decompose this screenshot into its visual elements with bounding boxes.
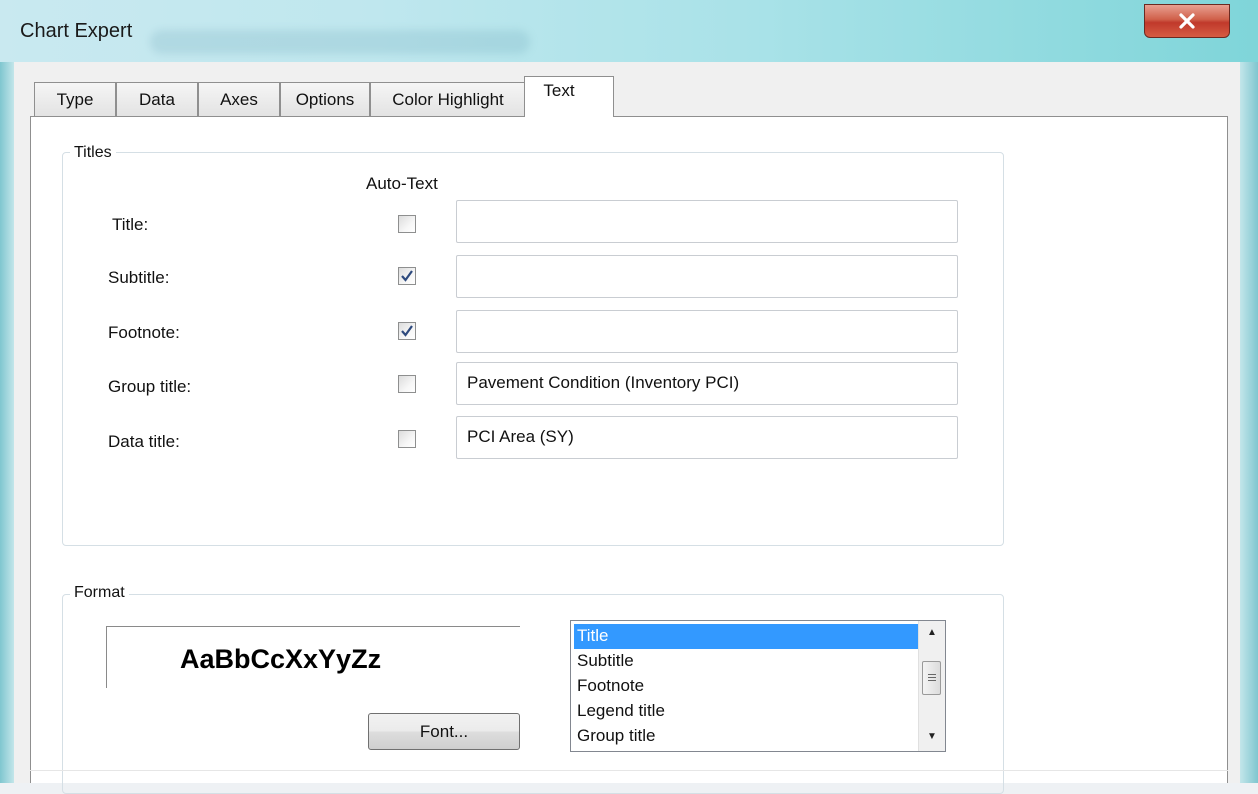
list-item-title[interactable]: Title — [574, 624, 918, 649]
tab-label: Text — [543, 81, 575, 100]
group-title-field[interactable]: Pavement Condition (Inventory PCI) — [456, 362, 958, 405]
scrollbar-thumb[interactable] — [922, 661, 941, 695]
tab-label: Type — [56, 89, 94, 109]
font-button-label: Font... — [419, 721, 469, 741]
grip-line — [928, 680, 936, 681]
close-icon — [1179, 13, 1195, 29]
auto-text-header: Auto-Text — [366, 174, 438, 193]
tab-color-highlight[interactable]: Color Highlight — [370, 82, 526, 116]
font-button[interactable]: Font... — [368, 713, 520, 750]
group-title-auto-text-checkbox[interactable] — [398, 375, 416, 393]
footnote-field[interactable] — [456, 310, 958, 353]
window-frame-left — [0, 62, 14, 783]
close-button[interactable] — [1144, 4, 1230, 38]
title-label: Title: — [112, 215, 149, 234]
panel-divider — [30, 770, 1228, 771]
checkmark-icon — [401, 325, 413, 337]
tab-axes[interactable]: Axes — [198, 82, 280, 116]
data-title-field[interactable]: PCI Area (SY) — [456, 416, 958, 459]
data-title-auto-text-checkbox[interactable] — [398, 430, 416, 448]
titlebar-glow — [150, 30, 530, 54]
window-frame-right — [1240, 62, 1258, 783]
subtitle-auto-text-checkbox[interactable] — [398, 267, 416, 285]
tab-options[interactable]: Options — [280, 82, 370, 116]
tab-data[interactable]: Data — [116, 82, 198, 116]
list-item-footnote[interactable]: Footnote — [574, 674, 918, 699]
tab-label: Axes — [220, 89, 258, 109]
listbox-scrollbar[interactable]: ▲ ▼ — [918, 621, 945, 751]
footnote-label: Footnote: — [108, 323, 180, 342]
grip-line — [928, 674, 936, 675]
font-sample-text: AaBbCcXxYyZz — [180, 644, 382, 674]
list-item-legend-title[interactable]: Legend title — [574, 699, 918, 724]
grip-line — [928, 677, 936, 678]
title-auto-text-checkbox[interactable] — [398, 215, 416, 233]
footnote-auto-text-checkbox[interactable] — [398, 322, 416, 340]
tab-type[interactable]: Type — [34, 82, 116, 116]
title-type-listbox[interactable]: Title Subtitle Footnote Legend title Gro… — [570, 620, 946, 752]
subtitle-field[interactable] — [456, 255, 958, 298]
scroll-down-arrow-icon[interactable]: ▼ — [927, 731, 937, 742]
title-field[interactable] — [456, 200, 958, 243]
window-titlebar: Chart Expert — [0, 0, 1258, 62]
list-item-subtitle[interactable]: Subtitle — [574, 649, 918, 674]
tab-label: Options — [295, 89, 355, 109]
tab-text[interactable]: Text — [524, 76, 614, 117]
format-group-label: Format — [70, 584, 129, 602]
list-item-group-title[interactable]: Group title — [574, 724, 918, 749]
window-title: Chart Expert — [20, 20, 133, 42]
subtitle-label: Subtitle: — [108, 268, 170, 287]
group-title-label: Group title: — [108, 377, 192, 396]
titles-group-label: Titles — [70, 144, 116, 162]
checkmark-icon — [401, 270, 413, 282]
tab-label: Data — [139, 89, 175, 109]
data-title-label: Data title: — [108, 432, 180, 451]
tab-label: Color Highlight — [392, 89, 504, 109]
scroll-up-arrow-icon[interactable]: ▲ — [927, 627, 937, 638]
